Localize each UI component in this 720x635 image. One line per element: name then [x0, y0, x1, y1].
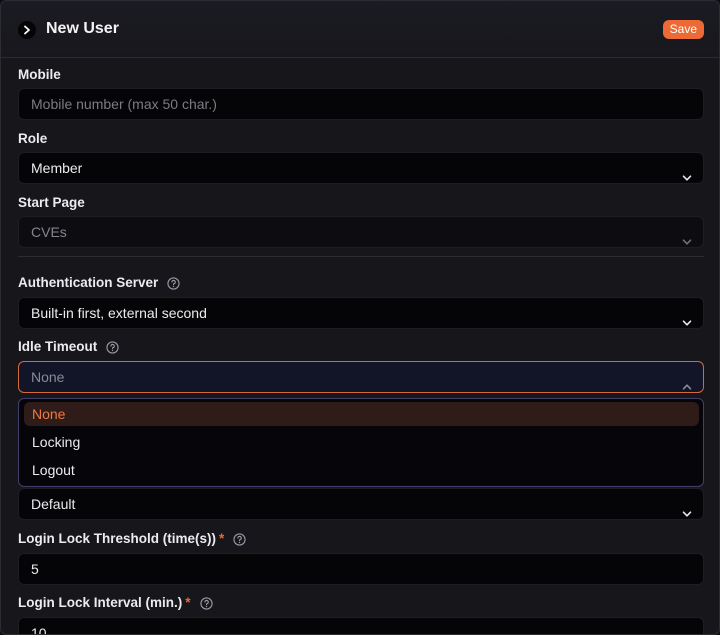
role-select[interactable]: Member [18, 152, 704, 184]
login-lock-threshold-label: Login Lock Threshold (time(s)) * [18, 531, 246, 547]
idle-timeout-value: None [31, 369, 65, 385]
save-button[interactable]: Save [662, 20, 704, 39]
new-user-panel: New User Save Mobile Mobile number (max … [0, 0, 720, 635]
auth-server-label-text: Authentication Server [18, 275, 159, 290]
start-page-value: CVEs [31, 224, 67, 240]
required-mark: * [219, 531, 225, 546]
start-page-label: Start Page [18, 195, 85, 211]
role-label: Role [18, 131, 47, 147]
auth-server-value: Built-in first, external second [31, 305, 207, 321]
login-lock-interval-value: 10 [31, 625, 47, 635]
role-select-value: Member [31, 160, 83, 176]
help-circle-icon[interactable] [233, 532, 246, 546]
start-page-label-text: Start Page [18, 195, 85, 210]
panel-header: New User Save [1, 1, 719, 58]
mobile-input[interactable]: Mobile number (max 50 char.) [18, 88, 704, 120]
collapse-button[interactable] [18, 21, 36, 39]
help-circle-icon[interactable] [106, 340, 119, 354]
section-divider [18, 256, 704, 257]
help-circle-icon[interactable] [199, 596, 213, 610]
mobile-label-text: Mobile [18, 67, 61, 82]
chevron-down-icon [682, 499, 692, 517]
login-lock-threshold-label-text: Login Lock Threshold (time(s)) [18, 531, 216, 546]
page-title: New User [46, 20, 119, 37]
login-lock-interval-label-text: Login Lock Interval (min.) [18, 595, 183, 610]
idle-timeout-select[interactable]: None [18, 361, 704, 393]
idle-timeout-label-text: Idle Timeout [18, 339, 98, 354]
chevron-right-icon [24, 25, 30, 35]
mobile-label: Mobile [18, 67, 61, 83]
auth-server-label: Authentication Server [18, 275, 180, 291]
dropdown-option-none[interactable]: None [24, 402, 699, 426]
login-lock-threshold-input[interactable]: 5 [18, 553, 704, 585]
help-circle-icon[interactable] [167, 276, 180, 290]
login-lock-interval-label: Login Lock Interval (min.) * [18, 595, 213, 611]
role-label-text: Role [18, 131, 48, 146]
dropdown-option-logout[interactable]: Logout [24, 458, 699, 482]
default-select[interactable]: Default [18, 488, 704, 520]
chevron-down-icon [682, 308, 692, 326]
start-page-select[interactable]: CVEs [18, 216, 704, 248]
chevron-up-icon [682, 372, 692, 390]
login-lock-interval-input[interactable]: 10 [18, 617, 704, 635]
idle-timeout-dropdown: None Locking Logout [18, 398, 704, 487]
chevron-down-icon [682, 163, 692, 181]
required-mark: * [185, 595, 191, 610]
chevron-down-icon [682, 227, 692, 245]
idle-timeout-label: Idle Timeout [18, 339, 119, 355]
auth-server-select[interactable]: Built-in first, external second [18, 297, 704, 329]
dropdown-option-locking[interactable]: Locking [24, 430, 699, 454]
default-select-value: Default [31, 496, 76, 512]
